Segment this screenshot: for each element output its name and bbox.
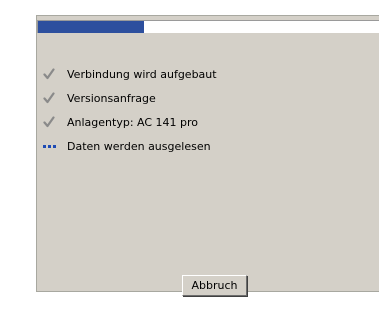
step-label: Anlagentyp: AC 141 pro [67,115,199,129]
step-item-reading-data: Daten werden ausgelesen [42,134,217,158]
progress-bar [37,20,379,33]
dots-icon [42,139,56,153]
step-item-version-request: Versionsanfrage [42,86,217,110]
step-label: Versionsanfrage [67,91,156,105]
checkmark-icon [42,115,56,129]
checkmark-icon [42,91,56,105]
step-item-device-type: Anlagentyp: AC 141 pro [42,110,217,134]
progress-bar-fill [38,21,145,33]
step-item-connecting: Verbindung wird aufgebaut [42,62,217,86]
progress-dialog: Verbindung wird aufgebaut Versionsanfrag… [36,15,379,296]
cancel-button[interactable]: Abbruch [182,275,247,296]
checkmark-icon [42,67,56,81]
step-list: Verbindung wird aufgebaut Versionsanfrag… [42,62,217,158]
step-label: Verbindung wird aufgebaut [67,67,217,81]
step-label: Daten werden ausgelesen [67,139,211,153]
